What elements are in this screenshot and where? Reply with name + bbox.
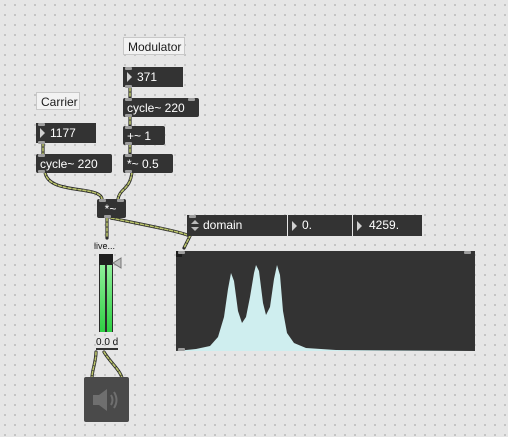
inlet[interactable] — [125, 67, 132, 70]
gain-meter[interactable] — [99, 254, 113, 332]
carrier-cycle-object[interactable]: cycle~ 220 — [36, 154, 112, 173]
meter-label: live... — [94, 241, 116, 251]
gain-slider-handle-icon[interactable] — [112, 257, 122, 269]
outlet[interactable] — [464, 251, 471, 254]
carrier-comment[interactable]: Carrier — [36, 92, 80, 110]
spectrum-plot — [176, 265, 475, 351]
number-arrow-icon — [40, 128, 45, 138]
outlet[interactable] — [125, 114, 132, 117]
modulator-frequency-value: 371 — [137, 70, 158, 84]
domain-low-value: 0. — [302, 218, 313, 232]
speaker-icon — [93, 389, 118, 411]
outlet[interactable] — [125, 142, 132, 145]
gain-readout: 0.0 d — [96, 337, 119, 348]
number-arrow-icon — [292, 221, 297, 231]
outlet[interactable] — [178, 348, 185, 351]
domain-menu[interactable]: domain — [187, 215, 287, 236]
dac-speaker-button[interactable] — [84, 377, 129, 422]
modulator-frequency-number[interactable]: 371 — [123, 67, 183, 87]
inlet[interactable] — [189, 215, 196, 218]
outlet[interactable] — [125, 170, 132, 173]
number-arrow-icon — [127, 72, 132, 82]
domain-high-value: 4259. — [369, 218, 400, 232]
domain-menu-label: domain — [203, 218, 243, 232]
gain-readout-underline — [96, 348, 118, 350]
inlet[interactable] — [188, 98, 195, 101]
number-arrow-icon — [357, 221, 362, 231]
outlet[interactable] — [38, 170, 45, 173]
spectroscope[interactable] — [176, 251, 475, 351]
meter-left-channel — [100, 265, 105, 332]
carrier-frequency-value: 1177 — [50, 126, 76, 140]
modulator-comment[interactable]: Modulator — [123, 37, 185, 55]
inlet[interactable] — [99, 199, 106, 202]
domain-high-number[interactable]: 4259. — [353, 215, 422, 236]
inlet[interactable] — [125, 154, 132, 157]
carrier-frequency-number[interactable]: 1177 — [36, 123, 96, 143]
outlet[interactable] — [104, 215, 111, 218]
inlet[interactable] — [38, 154, 45, 157]
outlet[interactable] — [125, 85, 132, 88]
inlet[interactable] — [125, 98, 132, 101]
meter-cap — [99, 254, 113, 265]
inlet[interactable] — [178, 251, 185, 254]
inlet[interactable] — [125, 126, 132, 129]
inlet[interactable] — [38, 123, 45, 126]
outlet[interactable] — [38, 141, 45, 144]
meter-right-channel — [107, 265, 112, 332]
updown-arrows-icon — [191, 220, 199, 231]
domain-low-number[interactable]: 0. — [288, 215, 352, 236]
inlet[interactable] — [117, 199, 124, 202]
